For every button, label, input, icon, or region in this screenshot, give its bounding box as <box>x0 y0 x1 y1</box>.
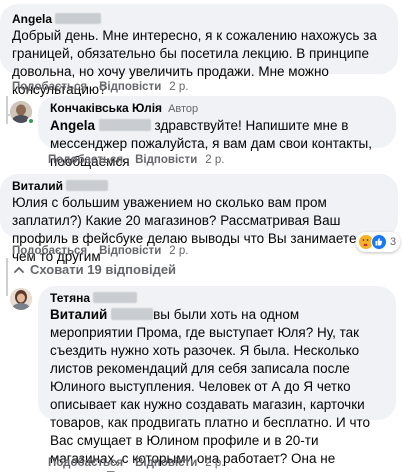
like-button[interactable]: Подобається <box>48 154 123 166</box>
blurred-surname <box>66 180 109 191</box>
comment-author[interactable]: Angela <box>12 11 386 27</box>
hide-replies-label: Сховати 19 відповідей <box>30 262 177 277</box>
blurred-surname <box>98 119 151 131</box>
mention-link[interactable]: Виталий <box>50 307 107 322</box>
comment-author[interactable]: Тетяна <box>50 290 384 306</box>
comment-bubble: Кончаківська Юлія Автор Angela здравствуй… <box>38 96 396 169</box>
comment-actions: Подобається Відповісти 2 р. <box>48 153 236 167</box>
hide-replies-toggle[interactable]: Сховати 19 відповідей <box>14 262 176 278</box>
comment-author[interactable]: Виталий <box>12 178 386 194</box>
blurred-surname <box>93 292 138 303</box>
comment-time[interactable]: 2 р. <box>205 154 224 166</box>
comment-bubble: Тетяна Виталий вы были хоть на одном мер… <box>38 286 396 472</box>
avatar-image <box>10 288 32 310</box>
comment-author[interactable]: Кончаківська Юлія Автор <box>50 100 384 117</box>
comment-bubble: Виталий Юлия с большим уважением но скол… <box>0 174 398 264</box>
reaction-count: 3 <box>390 236 397 248</box>
reply-button[interactable]: Відповісти <box>99 81 161 93</box>
reply-button[interactable]: Відповісти <box>99 245 161 257</box>
like-reaction-icon <box>371 234 387 250</box>
reaction-summary[interactable]: 3 <box>356 232 401 252</box>
like-button[interactable]: Подобається <box>48 457 123 469</box>
like-button[interactable]: Подобається <box>12 81 87 93</box>
blurred-surname <box>55 13 102 24</box>
comment-actions: Подобається Відповісти 2 р. <box>12 244 200 258</box>
comment-bubble: Angela Добрый день. Мне интересно, я к с… <box>0 4 398 97</box>
thread-line <box>6 96 8 124</box>
online-status-dot <box>27 117 35 125</box>
comment-time[interactable]: 2 р. <box>169 245 188 257</box>
like-button[interactable]: Подобається <box>12 245 87 257</box>
comment-actions: Подобається Відповісти 2 р. <box>48 456 236 470</box>
reply-button[interactable]: Відповісти <box>135 154 197 166</box>
comment-text: Виталий вы были хоть на одном мероприяти… <box>50 307 371 472</box>
mention-link[interactable]: Angela <box>50 118 95 133</box>
comment-actions: Подобається Відповісти 2 р. <box>12 80 200 94</box>
avatar[interactable] <box>10 288 32 310</box>
blurred-surname <box>111 308 154 320</box>
thread-line <box>6 258 8 296</box>
author-badge: Автор <box>168 103 199 115</box>
comment-time[interactable]: 2 р. <box>205 457 224 469</box>
reply-button[interactable]: Відповісти <box>135 457 197 469</box>
comment-time[interactable]: 2 р. <box>169 81 188 93</box>
chevron-up-icon <box>14 266 24 273</box>
